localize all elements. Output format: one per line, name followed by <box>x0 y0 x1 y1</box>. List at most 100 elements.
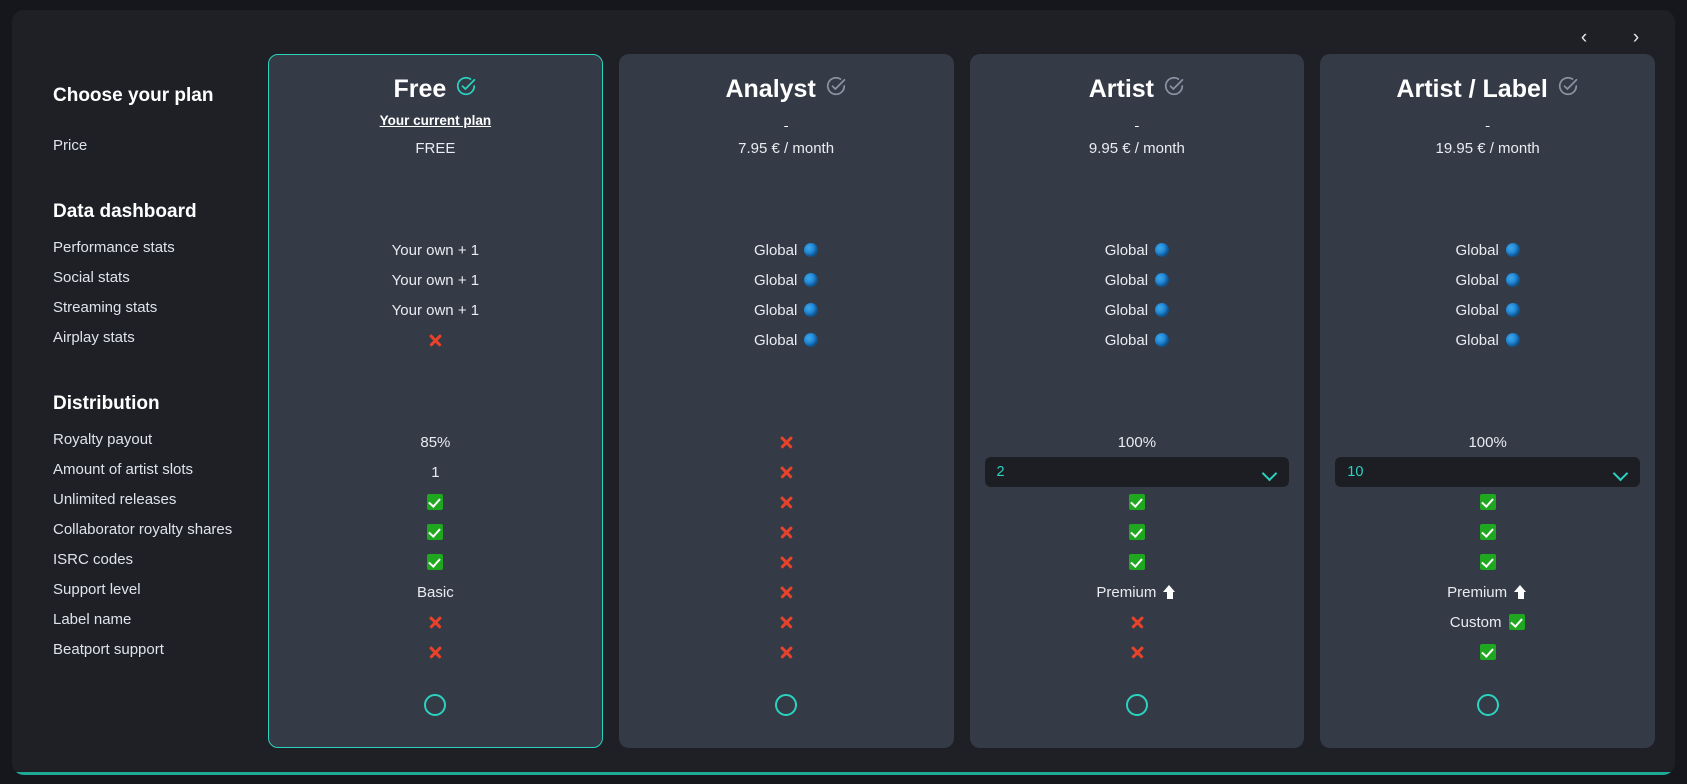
feature-value: Your own + 1 <box>283 265 588 295</box>
globe-icon <box>1505 243 1520 257</box>
plan-price: 19.95 € / month <box>1435 139 1540 157</box>
plan-select-row <box>985 685 1290 725</box>
feature-excluded <box>634 637 939 667</box>
feature-value-global: Global <box>985 235 1290 265</box>
feature-excluded <box>985 607 1290 637</box>
feature-value-global: Global <box>1335 295 1640 325</box>
carousel-nav: ‹ › <box>1571 24 1649 50</box>
bottom-divider <box>12 772 1675 775</box>
feature-value-global: Global <box>634 295 939 325</box>
pricing-page: ‹ › Choose your plan Price Data dashboar… <box>0 0 1687 784</box>
globe-icon <box>1155 273 1170 287</box>
artist-slots-row: 10 <box>1335 457 1640 487</box>
card-section-gap-dashboard <box>1335 195 1640 235</box>
current-plan-link[interactable]: Your current plan <box>283 113 588 133</box>
feature-value-global: Global <box>1335 325 1640 355</box>
plan-name: Free <box>393 74 447 103</box>
circle-check-icon <box>825 75 847 104</box>
label-airplay-stats: Airplay stats <box>53 328 135 346</box>
feature-excluded <box>634 607 939 637</box>
plan-radio-button[interactable] <box>1476 694 1499 716</box>
label-label-name: Label name <box>53 610 132 628</box>
circle-check-icon <box>455 75 477 104</box>
arrow-up-icon <box>1513 584 1528 600</box>
section-title-distribution: Distribution <box>53 393 160 414</box>
plan-cards: Free Your current plan FREE Your own + 1 Yo… <box>268 54 1655 748</box>
plan-card[interactable]: Artist 9.95 € / month Global Global Global… <box>969 54 1305 748</box>
globe-icon <box>1155 303 1170 317</box>
feature-excluded <box>634 517 939 547</box>
cross-icon <box>778 584 794 600</box>
check-icon <box>1479 494 1496 510</box>
cross-icon <box>427 614 443 630</box>
value-text: Your own + 1 <box>391 271 480 289</box>
feature-included <box>1335 637 1640 667</box>
feature-value: 100% <box>1335 427 1640 457</box>
globe-icon <box>1155 333 1170 347</box>
globe-icon <box>1505 333 1520 347</box>
plan-select-row <box>283 685 588 725</box>
current-plan-link <box>985 113 1290 133</box>
feature-included <box>283 487 588 517</box>
card-section-gap-distribution <box>985 387 1290 427</box>
prev-arrow-icon[interactable]: ‹ <box>1571 24 1597 50</box>
plan-radio-button[interactable] <box>775 694 798 716</box>
feature-excluded <box>985 637 1290 667</box>
value-text: Global <box>1104 241 1149 259</box>
check-icon <box>1509 614 1526 630</box>
feature-value-global: Global <box>634 235 939 265</box>
feature-value: Your own + 1 <box>283 235 588 265</box>
plan-price: FREE <box>415 139 456 157</box>
feature-value-global: Global <box>1335 265 1640 295</box>
plan-card[interactable]: Free Your current plan FREE Your own + 1 Yo… <box>268 54 603 748</box>
artist-slots-select[interactable]: 2 <box>984 457 1290 487</box>
value-text: Global <box>1455 331 1499 349</box>
plan-radio-button[interactable] <box>424 694 447 716</box>
check-icon <box>1128 524 1145 540</box>
value-text: Your own + 1 <box>391 301 480 319</box>
artist-slots-select[interactable]: 10 <box>1335 457 1640 487</box>
feature-excluded <box>634 427 939 457</box>
label-unlimited-releases: Unlimited releases <box>53 490 177 508</box>
feature-included <box>1335 547 1640 577</box>
cross-icon <box>778 644 794 660</box>
globe-icon <box>1505 303 1520 317</box>
value-text: Global <box>1455 301 1499 319</box>
feature-value: 1 <box>283 457 588 487</box>
cross-icon <box>778 554 794 570</box>
globe-icon <box>1155 243 1170 257</box>
value-text: Custom <box>1449 613 1502 631</box>
page-title: Choose your plan <box>53 85 214 106</box>
check-icon <box>1479 554 1496 570</box>
value-text: Global <box>1104 271 1149 289</box>
label-performance-stats: Performance stats <box>53 238 175 256</box>
feature-included <box>985 547 1290 577</box>
plan-title: Artist <box>985 71 1290 107</box>
card-section-gap-dashboard <box>634 195 939 235</box>
feature-value-global: Global <box>985 295 1290 325</box>
artist-slots-row: 2 <box>984 457 1290 487</box>
feature-value-global: Global <box>634 265 939 295</box>
feature-value-global: Global <box>985 325 1290 355</box>
next-arrow-icon[interactable]: › <box>1623 24 1649 50</box>
feature-excluded <box>634 547 939 577</box>
value-text: Global <box>753 301 798 319</box>
check-icon <box>1479 644 1496 660</box>
feature-excluded <box>283 637 588 667</box>
plan-card[interactable]: Analyst 7.95 € / month Global Global Globa… <box>618 54 954 748</box>
feature-excluded <box>283 325 588 355</box>
check-icon <box>1479 524 1496 540</box>
plan-card[interactable]: Artist / Label 19.95 € / month Global Glo… <box>1320 54 1655 748</box>
feature-value-global: Global <box>634 325 939 355</box>
plan-name: Artist / Label <box>1396 74 1548 103</box>
feature-value-custom: Custom <box>1335 607 1640 637</box>
value-text: Global <box>753 271 798 289</box>
value-text: 85% <box>420 433 451 451</box>
artist-slots-value: 2 <box>996 464 1005 480</box>
plan-radio-button[interactable] <box>1125 694 1148 716</box>
value-text: Global <box>1104 301 1149 319</box>
feature-value-upgrade: Premium <box>1335 577 1640 607</box>
section-title-dashboard: Data dashboard <box>53 201 197 222</box>
check-icon <box>427 494 444 510</box>
pricing-panel: ‹ › Choose your plan Price Data dashboar… <box>12 10 1675 775</box>
